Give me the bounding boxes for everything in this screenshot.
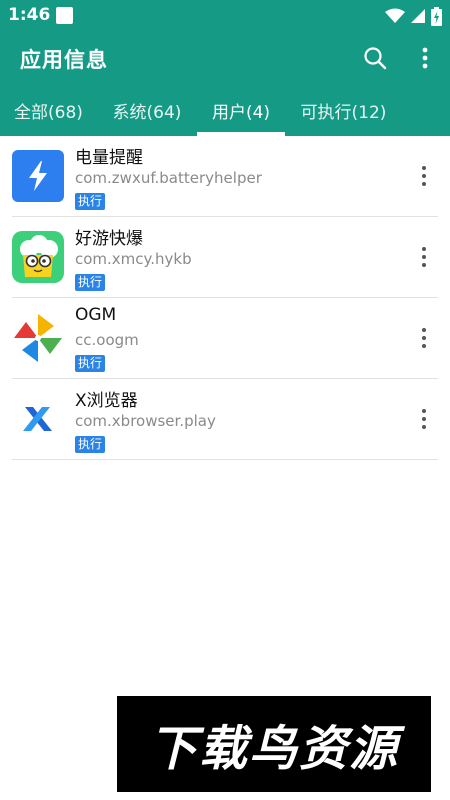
- more-vert-icon[interactable]: [414, 164, 434, 188]
- battery-charging-icon: [431, 6, 442, 26]
- page-title: 应用信息: [20, 48, 108, 72]
- tab-system[interactable]: 系统(64): [97, 84, 197, 136]
- ogm-pinwheel-icon: [14, 314, 62, 362]
- hykb-icon: [12, 231, 64, 283]
- execute-badge[interactable]: 执行: [75, 193, 106, 210]
- app-bar: 应用信息: [0, 32, 450, 84]
- tab-user[interactable]: 用户(4): [197, 84, 285, 136]
- list-item[interactable]: 好游快爆 com.xmcy.hykb 执行: [0, 217, 450, 298]
- tab-executable[interactable]: 可执行(12): [285, 84, 402, 136]
- search-icon[interactable]: [362, 45, 388, 71]
- status-icons: [385, 6, 442, 26]
- more-vert-icon[interactable]: [413, 45, 437, 71]
- more-vert-icon[interactable]: [414, 407, 434, 431]
- more-vert-icon[interactable]: [414, 245, 434, 269]
- execute-badge[interactable]: 执行: [75, 274, 106, 291]
- app-name: X浏览器: [75, 391, 138, 411]
- x-browser-icon: [23, 407, 52, 431]
- more-vert-icon[interactable]: [414, 326, 434, 350]
- package-name: com.zwxuf.batteryhelper: [75, 169, 262, 187]
- app-name: OGM: [75, 305, 117, 325]
- battery-helper-icon: [12, 150, 64, 202]
- package-name: com.xmcy.hykb: [75, 250, 192, 268]
- divider: [12, 459, 438, 460]
- list-item[interactable]: OGM cc.oogm 执行: [0, 298, 450, 379]
- list-item[interactable]: 电量提醒 com.zwxuf.batteryhelper 执行: [0, 136, 450, 217]
- app-list: 电量提醒 com.zwxuf.batteryhelper 执行 好游快爆 com…: [0, 136, 450, 460]
- package-name: cc.oogm: [75, 331, 139, 349]
- execute-badge[interactable]: 执行: [75, 436, 106, 453]
- notification-square-icon: [56, 7, 73, 24]
- cellular-signal-icon: [411, 9, 425, 23]
- package-name: com.xbrowser.play: [75, 412, 216, 430]
- status-time: 1:46: [8, 5, 51, 25]
- execute-badge[interactable]: 执行: [75, 355, 106, 372]
- list-item[interactable]: X浏览器 com.xbrowser.play 执行: [0, 379, 450, 460]
- status-bar: 1:46: [0, 0, 450, 32]
- watermark: 下载鸟资源: [117, 696, 431, 792]
- tab-bar: 全部(68) 系统(64) 用户(4) 可执行(12): [0, 84, 450, 136]
- tab-all[interactable]: 全部(68): [0, 84, 97, 136]
- app-name: 好游快爆: [75, 229, 143, 249]
- watermark-text: 下载鸟资源: [148, 721, 399, 777]
- wifi-icon: [385, 8, 405, 23]
- app-name: 电量提醒: [75, 148, 143, 168]
